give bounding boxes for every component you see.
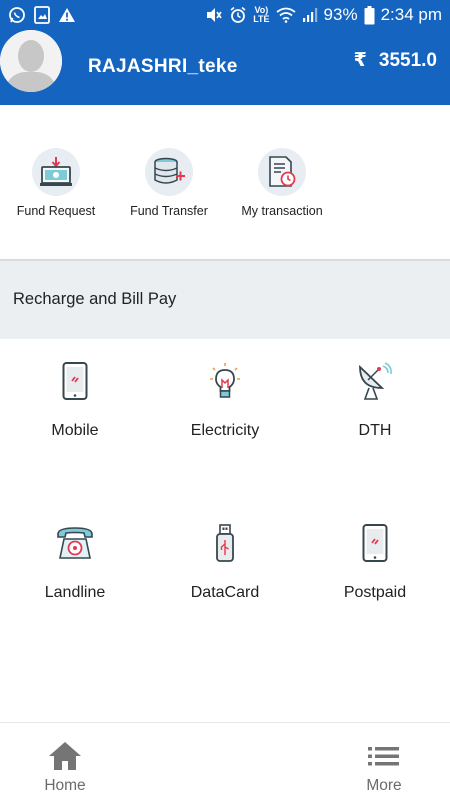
quick-actions-card: Fund Request Fund Transfer My transactio…	[0, 105, 450, 261]
fund-request-label: Fund Request	[16, 204, 96, 218]
nav-more[interactable]: More	[339, 741, 429, 795]
recharge-section-header: Recharge and Bill Pay	[0, 261, 450, 339]
image-notification-icon	[34, 6, 50, 24]
nav-more-label: More	[366, 777, 402, 794]
service-datacard-label: DataCard	[190, 584, 260, 601]
rupee-symbol: ₹	[353, 50, 367, 71]
volte-indicator: Vo) LTE	[253, 6, 269, 24]
user-name: RAJASHRI_teke	[88, 56, 238, 77]
wallet-balance: ₹ 3551.0	[354, 49, 437, 72]
home-icon	[49, 742, 81, 770]
service-landline[interactable]: Landline	[0, 523, 150, 602]
wifi-icon	[275, 7, 296, 23]
status-left	[8, 6, 76, 24]
services-grid: Mobile Electricity DTH Landline DataCard…	[0, 339, 450, 722]
status-right: Vo) LTE 93% 2:34 pm	[205, 5, 442, 25]
user-silhouette-icon	[0, 30, 62, 92]
fund-transfer-label: Fund Transfer	[130, 204, 208, 218]
service-electricity-label: Electricity	[190, 422, 260, 439]
lightbulb-icon	[205, 361, 245, 401]
mute-icon	[205, 6, 223, 24]
fund-transfer-icon	[145, 148, 193, 196]
fund-transfer-button[interactable]: Fund Transfer	[113, 148, 225, 218]
my-transaction-button[interactable]: My transaction	[226, 148, 338, 218]
service-dth[interactable]: DTH	[300, 361, 450, 440]
service-landline-label: Landline	[44, 584, 106, 601]
balance-amount: 3551.0	[378, 49, 437, 71]
usb-datacard-icon	[205, 523, 245, 563]
service-mobile-label: Mobile	[51, 422, 99, 439]
alarm-icon	[229, 6, 247, 24]
signal-icon	[302, 7, 318, 23]
bottom-navigation: Home More	[0, 722, 450, 800]
menu-list-icon	[368, 747, 399, 766]
avatar[interactable]	[0, 30, 62, 92]
clock: 2:34 pm	[380, 5, 442, 24]
fund-request-icon	[32, 148, 80, 196]
service-postpaid-label: Postpaid	[343, 584, 407, 601]
service-postpaid[interactable]: Postpaid	[300, 523, 450, 602]
status-bar: Vo) LTE 93% 2:34 pm	[0, 0, 450, 30]
volte-bottom-label: LTE	[253, 14, 270, 24]
satellite-dish-icon	[355, 361, 395, 401]
battery-icon	[364, 5, 375, 25]
warning-icon	[58, 7, 76, 23]
telephone-icon	[55, 523, 95, 563]
nav-home-label: Home	[44, 777, 86, 794]
postpaid-phone-icon	[355, 523, 395, 563]
service-mobile[interactable]: Mobile	[0, 361, 150, 440]
service-electricity[interactable]: Electricity	[150, 361, 300, 440]
section-title: Recharge and Bill Pay	[13, 290, 177, 308]
service-dth-label: DTH	[358, 422, 392, 439]
nav-home[interactable]: Home	[20, 741, 110, 795]
fund-request-button[interactable]: Fund Request	[0, 148, 112, 218]
transaction-receipt-icon	[258, 148, 306, 196]
mobile-phone-icon	[55, 361, 95, 401]
whatsapp-icon	[8, 6, 26, 24]
my-transaction-label: My transaction	[241, 204, 323, 218]
battery-percent: 93%	[323, 5, 358, 24]
app-header: RAJASHRI_teke ₹ 3551.0	[0, 30, 450, 105]
service-datacard[interactable]: DataCard	[150, 523, 300, 602]
